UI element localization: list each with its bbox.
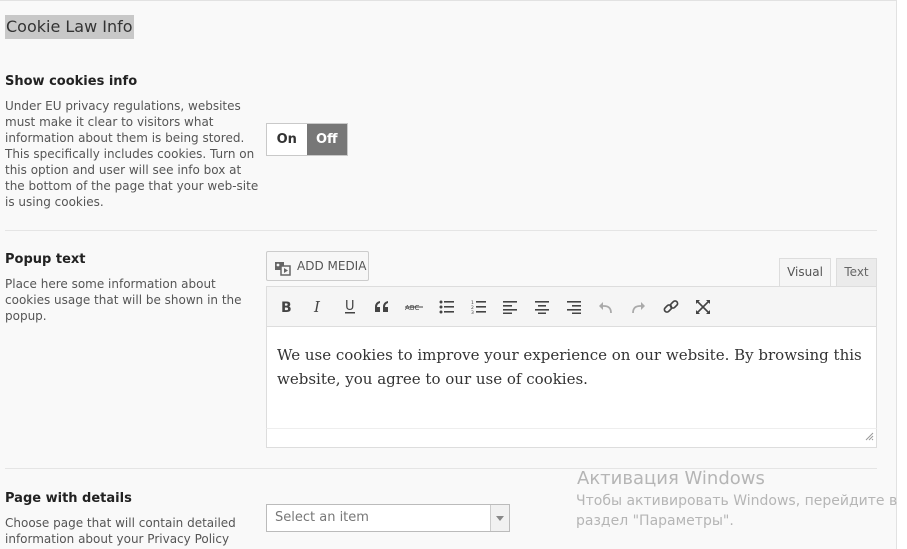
svg-text:I: I	[313, 300, 321, 314]
settings-panel: Cookie Law Info Show cookies info Under …	[0, 0, 897, 549]
svg-text:U: U	[345, 299, 355, 314]
svg-text:3: 3	[471, 310, 474, 314]
show-cookies-description: Under EU privacy regulations, websites m…	[5, 99, 259, 209]
svg-text:ABC: ABC	[405, 304, 419, 312]
strikethrough-icon[interactable]: ABC	[402, 296, 426, 318]
italic-icon[interactable]: I	[307, 296, 331, 318]
editor-toolbar: B I U ABC 123	[266, 286, 877, 327]
resize-handle-icon[interactable]	[865, 426, 874, 445]
numbered-list-icon[interactable]: 123	[467, 296, 491, 318]
align-left-icon[interactable]	[498, 296, 522, 318]
add-media-label: ADD MEDIA	[297, 259, 367, 273]
blockquote-icon[interactable]	[370, 296, 394, 318]
right-gutter	[897, 0, 907, 549]
show-cookies-toggle[interactable]: On Off	[266, 123, 348, 156]
link-icon[interactable]	[659, 296, 683, 318]
tab-text[interactable]: Text	[836, 258, 877, 286]
underline-icon[interactable]: U	[338, 296, 362, 318]
page-select-value: Select an item	[275, 510, 369, 525]
media-icon	[274, 258, 292, 276]
svg-text:B: B	[281, 300, 292, 314]
popup-text-description: Place here some information about cookie…	[5, 277, 242, 323]
add-media-button[interactable]: ADD MEDIA	[266, 251, 369, 281]
page-select[interactable]: Select an item	[266, 504, 510, 532]
page-details-label: Page with details	[5, 491, 132, 506]
align-center-icon[interactable]	[530, 296, 554, 318]
popup-text-label: Popup text	[5, 252, 86, 267]
show-cookies-label: Show cookies info	[5, 74, 138, 89]
align-right-icon[interactable]	[562, 296, 586, 318]
bullet-list-icon[interactable]	[435, 296, 459, 318]
activation-watermark-title: Активация Windows	[577, 468, 765, 489]
redo-icon[interactable]	[626, 296, 650, 318]
section-title: Cookie Law Info	[5, 15, 134, 39]
bold-icon[interactable]: B	[275, 296, 299, 318]
toggle-on-option[interactable]: On	[267, 124, 307, 155]
divider	[5, 230, 877, 231]
tab-visual[interactable]: Visual	[779, 258, 831, 286]
toggle-off-option[interactable]: Off	[306, 124, 347, 155]
editor-statusbar	[266, 428, 877, 448]
fullscreen-icon[interactable]	[691, 296, 715, 318]
activation-watermark-line2: раздел "Параметры".	[576, 513, 734, 529]
undo-icon[interactable]	[594, 296, 618, 318]
activation-watermark-line1: Чтобы активировать Windows, перейдите в	[576, 493, 898, 509]
page-details-description: Choose page that will contain detailed i…	[5, 516, 236, 546]
chevron-down-icon[interactable]	[490, 505, 509, 531]
editor-content[interactable]: We use cookies to improve your experienc…	[266, 327, 877, 428]
